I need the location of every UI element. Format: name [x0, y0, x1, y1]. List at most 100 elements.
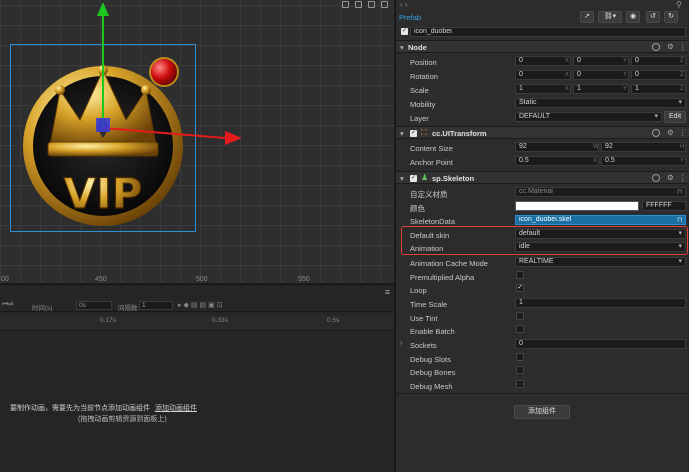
premultiplied-alpha-label: Premultiplied Alpha: [410, 273, 475, 282]
empty-animation-message: 要制作动画，需要先为当前节点添加动画组件 添加动画组件: [10, 403, 197, 413]
scene-tool-icon[interactable]: [342, 1, 349, 8]
tick-label: 0.17s: [100, 317, 116, 324]
content-size-width-input[interactable]: 92: [515, 142, 599, 152]
uitransform-enabled-checkbox[interactable]: ✓: [410, 130, 417, 137]
mobility-select[interactable]: Static: [515, 98, 686, 108]
mobility-label: Mobility: [410, 100, 436, 109]
help-icon[interactable]: [652, 129, 660, 137]
ruler-label: 450: [95, 276, 107, 283]
more-icon[interactable]: ⋮: [679, 42, 687, 51]
pin-icon[interactable]: ⚲: [676, 0, 682, 9]
collapse-chevron-icon[interactable]: ▾: [400, 43, 404, 52]
time-scale-input[interactable]: 1: [515, 298, 686, 308]
uitransform-section-header[interactable]: ▾ ✓ ⛶ cc.UITransform ⚙ ⋮: [396, 126, 689, 139]
scale-z-input[interactable]: 1: [631, 84, 686, 94]
scene-tool-icon[interactable]: [381, 1, 388, 8]
color-hex-input[interactable]: FFFFFF: [642, 201, 686, 211]
settings-icon[interactable]: ⚙: [667, 173, 674, 182]
message-text: 要制作动画，需要先为当前节点添加动画组件: [10, 405, 150, 412]
custom-material-asset-field[interactable]: cc.Material: [515, 187, 686, 197]
layer-select[interactable]: DEFAULT: [515, 112, 662, 122]
rotation-z-input[interactable]: 0: [631, 70, 686, 80]
prefab-link-button[interactable]: ⛓▾: [598, 11, 622, 23]
collapse-chevron-icon[interactable]: ▾: [400, 129, 404, 138]
axis-z-label: Z: [680, 72, 684, 78]
prefab-apply-button[interactable]: ↻: [664, 11, 678, 23]
node-name-input[interactable]: icon_duobei: [410, 27, 686, 37]
anchor-y-input[interactable]: 0.5: [601, 156, 686, 166]
animation-label: Animation: [410, 244, 444, 253]
add-component-button[interactable]: 添加组件: [514, 405, 570, 419]
sockets-count-input[interactable]: 0: [515, 339, 686, 349]
settings-icon[interactable]: ⚙: [667, 128, 674, 137]
more-icon[interactable]: ⋮: [679, 128, 687, 137]
scale-y-input[interactable]: 1: [573, 84, 629, 94]
enable-batch-label: Enable Batch: [410, 327, 455, 336]
timeline-tools-icon[interactable]: ▸◆▤▤▣⊡: [178, 301, 225, 309]
default-skin-select[interactable]: default: [515, 229, 686, 239]
scene-tool-icon[interactable]: [368, 1, 375, 8]
settings-icon[interactable]: ⚙: [667, 42, 674, 51]
scale-x-input[interactable]: 1: [515, 84, 571, 94]
anchor-x-input[interactable]: 0.5: [515, 156, 599, 166]
lock-icon[interactable]: ⊓: [677, 216, 682, 224]
menu-icon[interactable]: ≡: [385, 288, 390, 297]
debug-bones-checkbox[interactable]: [516, 366, 524, 374]
color-label: 颜色: [410, 204, 425, 213]
animation-select[interactable]: idle: [515, 242, 686, 252]
skeleton-section-header[interactable]: ▾ ✓ ♟ sp.Skeleton ⚙ ⋮: [396, 171, 689, 184]
skeleton-title: sp.Skeleton: [432, 174, 475, 183]
node-section-header[interactable]: ▾ Node ⚙ ⋮: [396, 40, 689, 53]
enable-batch-checkbox[interactable]: [516, 325, 524, 333]
timeline-ruler[interactable]: 0.17s 0.33s 0.5s: [0, 315, 394, 331]
inspector-panel: ‹ › ⚲ Prefab ↗ ⛓▾ ◉ ↺ ↻ ✓ icon_duobei ▾ …: [395, 0, 689, 472]
prefab-revert-button[interactable]: ↺: [646, 11, 660, 23]
debug-slots-checkbox[interactable]: [516, 353, 524, 361]
rotation-y-input[interactable]: 0: [573, 70, 629, 80]
more-icon[interactable]: ⋮: [679, 173, 687, 182]
scene-view[interactable]: VIP 00 450 500 550: [0, 0, 394, 283]
add-animation-link[interactable]: 添加动画组件: [155, 405, 197, 412]
axis-y-label: Y: [623, 58, 628, 64]
use-tint-checkbox[interactable]: [516, 312, 524, 320]
position-label: Position: [410, 58, 437, 67]
skeleton-icon: ♟: [421, 173, 429, 182]
loop-label: Loop: [410, 286, 427, 295]
default-skin-label: Default skin: [410, 231, 450, 240]
play-controls-icon[interactable]: ⏮⏯: [2, 301, 14, 309]
interval-input[interactable]: 1: [139, 301, 173, 310]
time-input[interactable]: 0s: [76, 301, 112, 310]
scene-tool-icon[interactable]: [355, 1, 362, 8]
position-z-input[interactable]: 0: [631, 56, 686, 66]
rotation-x-input[interactable]: 0: [515, 70, 571, 80]
tick-label: 0.5s: [327, 317, 340, 324]
node-active-checkbox[interactable]: ✓: [401, 28, 408, 35]
layer-edit-button[interactable]: Edit: [664, 111, 686, 123]
collapse-chevron-icon[interactable]: ▾: [400, 174, 404, 183]
skeleton-enabled-checkbox[interactable]: ✓: [410, 175, 417, 182]
help-icon[interactable]: [652, 43, 660, 51]
color-swatch[interactable]: [515, 201, 639, 211]
debug-mesh-checkbox[interactable]: [516, 380, 524, 388]
content-size-height-input[interactable]: 92: [601, 142, 686, 152]
debug-slots-label: Debug Slots: [410, 355, 451, 364]
premultiplied-alpha-checkbox[interactable]: [516, 271, 524, 279]
help-icon[interactable]: [652, 174, 660, 182]
height-label: H: [680, 144, 685, 150]
position-x-input[interactable]: 0: [515, 56, 571, 66]
nav-arrows-icon[interactable]: ‹ ›: [400, 0, 408, 9]
position-y-input[interactable]: 0: [573, 56, 629, 66]
prefab-locate-button[interactable]: ↗: [580, 11, 594, 23]
lock-icon[interactable]: ⊓: [677, 188, 682, 196]
loop-checkbox[interactable]: ✓: [516, 284, 524, 292]
ruler-label: 550: [298, 276, 310, 283]
axis-y-label: Y: [623, 72, 628, 78]
anchor-point-label: Anchor Point: [410, 158, 453, 167]
expand-chevron-icon[interactable]: ›: [400, 340, 402, 347]
sockets-label: Sockets: [410, 341, 437, 350]
cache-mode-select[interactable]: REALTIME: [515, 257, 686, 267]
axis-y-label: Y: [623, 86, 628, 92]
prefab-edit-button[interactable]: ◉: [626, 11, 640, 23]
skeleton-data-asset-field[interactable]: icon_duobei.skel: [515, 215, 686, 225]
move-gizmo[interactable]: [90, 0, 250, 150]
